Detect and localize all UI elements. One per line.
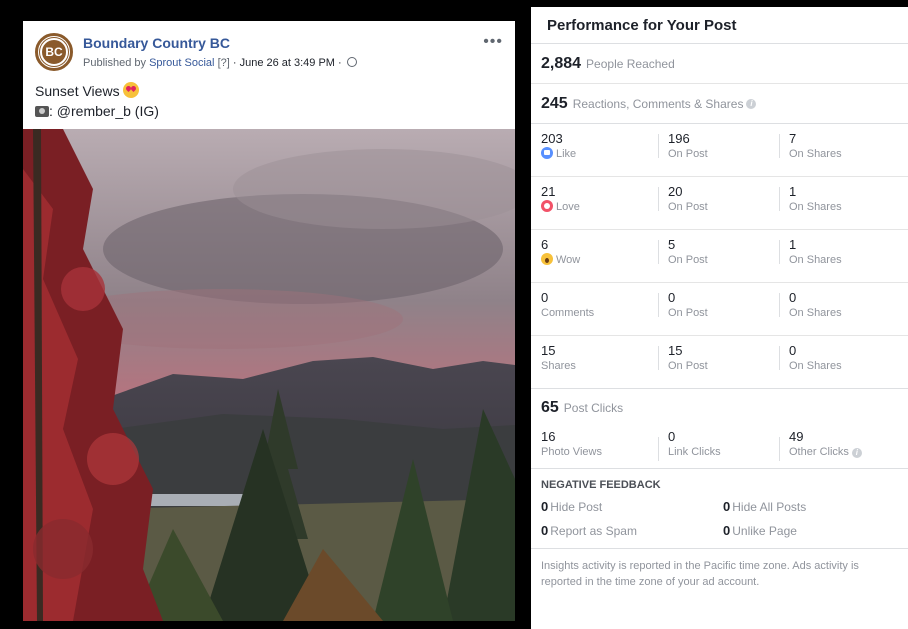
other-clicks-info-icon[interactable]: i	[851, 448, 862, 458]
panel-title: Performance for Your Post	[531, 7, 908, 44]
shares-on-post: 15	[668, 343, 683, 358]
like-on-shares: 7	[789, 131, 797, 146]
shares-on-shares-label: On Shares	[789, 360, 842, 372]
link-clicks-value: 0	[668, 429, 676, 444]
love-on-post: 20	[668, 184, 683, 199]
engagement-section: 245 Reactions, Comments & Shares i	[531, 84, 908, 124]
like-total: 203	[541, 131, 563, 146]
publisher-help[interactable]: [?]	[218, 57, 230, 69]
performance-panel: Performance for Your Post 2,884 People R…	[531, 7, 908, 629]
negative-feedback-title: NEGATIVE FEEDBACK	[541, 479, 661, 491]
hide-post-label: Hide Post	[550, 500, 603, 514]
post-text: Sunset Views : @rember_b (IG)	[35, 81, 159, 121]
negative-feedback-section: NEGATIVE FEEDBACK 0 Hide Post 0 Hide All P…	[531, 469, 908, 549]
reaction-row-wow: 6 Wow 5 On Post 1 On Shares	[531, 230, 908, 283]
unlike-label: Unlike Page	[732, 524, 797, 538]
photo-views-value: 16	[541, 429, 556, 444]
post-text-line1: Sunset Views	[35, 83, 120, 99]
reaction-row-like: 203 Like 196 On Post 7 On Shares	[531, 124, 908, 177]
wow-total: 6	[541, 237, 549, 252]
post-header: BC Boundary Country BC Published by Spro…	[23, 21, 515, 129]
post-date-link[interactable]: · June 26 at 3:49 PM ·	[233, 57, 342, 69]
shares-on-shares: 0	[789, 343, 797, 358]
people-reached-section: 2,884 People Reached	[531, 44, 908, 84]
publisher-link[interactable]: Sprout Social	[149, 57, 214, 69]
comments-on-shares-label: On Shares	[789, 307, 842, 319]
page-name-link[interactable]: Boundary Country BC	[83, 35, 230, 51]
love-on-shares-label: On Shares	[789, 201, 842, 213]
comments-on-post-label: On Post	[668, 307, 708, 319]
love-total: 21	[541, 184, 556, 199]
post-card: BC Boundary Country BC Published by Spro…	[23, 21, 515, 621]
wow-on-post: 5	[668, 237, 676, 252]
page-avatar[interactable]: BC	[35, 33, 73, 71]
post-clicks-value: 65	[541, 399, 559, 416]
post-text-line2: : @rember_b (IG)	[49, 103, 159, 119]
people-reached-label: People Reached	[586, 56, 675, 71]
comments-on-post: 0	[668, 290, 676, 305]
wow-on-shares-label: On Shares	[789, 254, 842, 266]
hide-all-label: Hide All Posts	[732, 500, 807, 514]
reaction-row-comments: 0 Comments 0 On Post 0 On Shares	[531, 283, 908, 336]
heart-eyes-emoji-icon	[123, 82, 140, 98]
comments-total: 0	[541, 290, 549, 305]
spam-label: Report as Spam	[550, 524, 637, 538]
avatar-logo: BC	[40, 38, 68, 66]
comments-label: Comments	[541, 307, 595, 319]
wow-icon	[541, 253, 553, 265]
hide-all-value: 0	[723, 499, 731, 514]
reaction-row-love: 21 Love 20 On Post 1 On Shares	[531, 177, 908, 230]
wow-label: Wow	[556, 254, 581, 266]
shares-total: 15	[541, 343, 556, 358]
engagement-label: Reactions, Comments & Shares	[572, 96, 744, 111]
wow-on-post-label: On Post	[668, 254, 708, 266]
published-prefix: Published by	[83, 57, 146, 69]
unlike-value: 0	[723, 523, 731, 538]
sunset-photo-illustration	[23, 129, 515, 621]
other-clicks-label: Other Clicks	[789, 446, 849, 458]
post-clicks-section: 65 Post Clicks 16 Photo Views 0 Link Click…	[531, 389, 908, 469]
love-on-shares: 1	[789, 184, 797, 199]
like-icon	[541, 147, 553, 159]
like-on-shares-label: On Shares	[789, 148, 842, 160]
wow-on-shares: 1	[789, 237, 797, 252]
shares-label: Shares	[541, 360, 576, 372]
published-line: Published by Sprout Social [?] · June 26…	[83, 57, 357, 69]
post-clicks-label: Post Clicks	[563, 401, 624, 415]
people-reached-value: 2,884	[541, 54, 582, 72]
shares-on-post-label: On Post	[668, 360, 708, 372]
like-label: Like	[556, 148, 577, 160]
love-label: Love	[556, 201, 580, 213]
reaction-row-shares: 15 Shares 15 On Post 0 On Shares	[531, 336, 908, 389]
info-icon[interactable]: i	[746, 98, 757, 109]
footnote: Insights activity is reported in the Pac…	[541, 560, 859, 588]
comments-on-shares: 0	[789, 290, 797, 305]
post-photo[interactable]	[23, 129, 515, 621]
hide-post-value: 0	[541, 499, 549, 514]
camera-icon	[35, 106, 49, 117]
engagement-value: 245	[541, 94, 568, 112]
love-icon	[541, 200, 553, 212]
more-options-button[interactable]: •••	[483, 33, 503, 51]
other-clicks-value: 49	[789, 429, 804, 444]
like-on-post: 196	[668, 131, 690, 146]
love-on-post-label: On Post	[668, 201, 708, 213]
globe-icon	[346, 57, 357, 67]
link-clicks-label: Link Clicks	[668, 446, 721, 458]
like-on-post-label: On Post	[668, 148, 708, 160]
spam-value: 0	[541, 523, 549, 538]
photo-views-label: Photo Views	[541, 446, 602, 458]
